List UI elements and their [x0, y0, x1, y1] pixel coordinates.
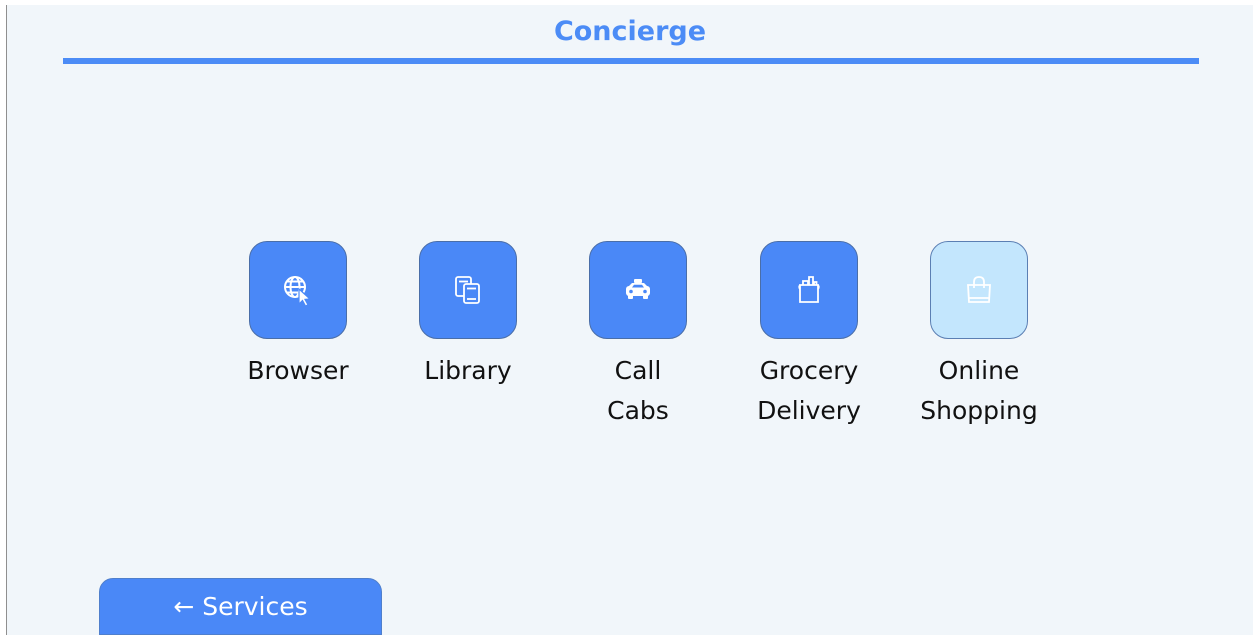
tile-label: Browser [247, 356, 349, 385]
concierge-screen: Concierge Browser Library Call Cabs Groc… [6, 5, 1253, 635]
tile-online-shopping: Online Shopping [894, 241, 1064, 431]
globe-cursor-icon [284, 276, 312, 307]
tile-label: Online Shopping [920, 356, 1038, 425]
tile-call-cabs: Call Cabs [553, 241, 723, 431]
tile-browser: Browser [213, 241, 383, 391]
page-title: Concierge [553, 16, 707, 47]
tile-label: Grocery Delivery [757, 356, 861, 425]
tile-grocery-delivery: Grocery Delivery [724, 241, 894, 431]
shopping-bag-icon [967, 276, 991, 303]
grocery-delivery-button[interactable] [760, 241, 858, 339]
title-divider [63, 58, 1199, 64]
call-cabs-button[interactable] [589, 241, 687, 339]
back-to-services-button[interactable]: ← Services [99, 578, 382, 635]
tile-label: Library [424, 356, 512, 385]
grocery-bag-icon [798, 276, 820, 303]
books-icon [455, 276, 480, 304]
library-button[interactable] [419, 241, 517, 339]
tile-library: Library [383, 241, 553, 391]
online-shopping-button[interactable] [930, 241, 1028, 339]
tile-label: Call Cabs [607, 356, 669, 425]
browser-button[interactable] [249, 241, 347, 339]
taxi-icon [626, 279, 650, 299]
